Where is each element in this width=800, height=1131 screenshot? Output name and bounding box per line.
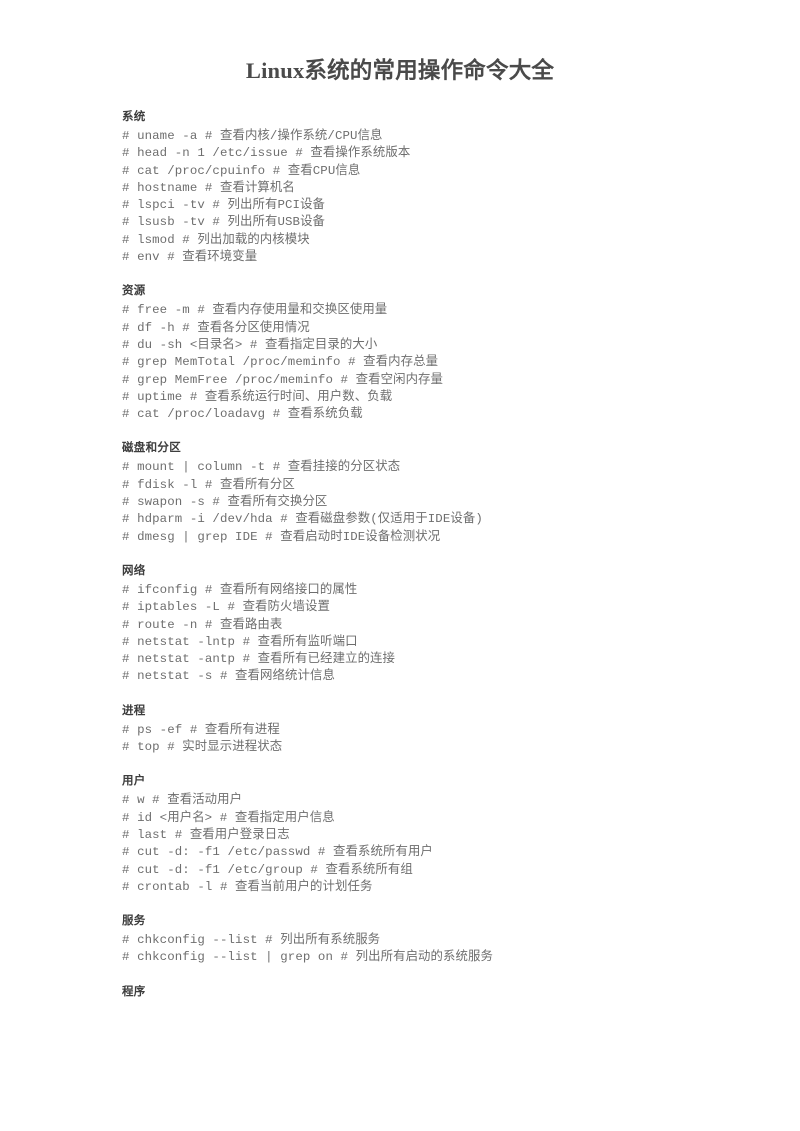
command-line: # lsmod # 列出加载的内核模块 xyxy=(122,232,310,247)
command-list: # free -m # 查看内存使用量和交换区使用量 # df -h # 查看各分… xyxy=(122,302,760,423)
command-section: 网络 # ifconfig # 查看所有网络接口的属性 # iptables -L … xyxy=(122,563,760,686)
command-line: # chkconfig --list | grep on # 列出所有启动的系统… xyxy=(122,950,493,965)
command-line: # head -n 1 /etc/issue # 查看操作系统版本 xyxy=(122,146,411,161)
command-line: # crontab -l # 查看当前用户的计划任务 xyxy=(122,879,373,894)
section-heading: 用户 xyxy=(122,775,146,788)
command-line: # top # 实时显示进程状态 xyxy=(122,740,283,755)
command-section: 磁盘和分区 # mount | column -t # 查看挂接的分区状态 # fd… xyxy=(122,440,760,545)
command-line: # netstat -s # 查看网络统计信息 xyxy=(122,669,335,684)
command-line: # cut -d: -f1 /etc/passwd # 查看系统所有用户 xyxy=(122,845,433,860)
command-section: 进程 # ps -ef # 查看所有进程 # top # 实时显示进程状态 xyxy=(122,703,760,757)
command-list: # ps -ef # 查看所有进程 # top # 实时显示进程状态 xyxy=(122,722,760,757)
command-line: # grep MemTotal /proc/meminfo # 查看内存总量 xyxy=(122,355,439,370)
command-line: # w # 查看活动用户 xyxy=(122,793,243,808)
section-heading: 资源 xyxy=(122,285,146,298)
command-list: # chkconfig --list # 列出所有系统服务 # chkconfig… xyxy=(122,932,760,967)
command-line: # env # 查看环境变量 xyxy=(122,250,258,265)
command-line: # du -sh <目录名> # 查看指定目录的大小 xyxy=(122,337,378,352)
command-section: 程序 xyxy=(122,984,760,1000)
command-line: # uptime # 查看系统运行时间、用户数、负载 xyxy=(122,389,393,404)
command-line: # id <用户名> # 查看指定用户信息 xyxy=(122,810,335,825)
section-heading: 服务 xyxy=(122,915,146,928)
page-bottom-whitespace xyxy=(0,1003,800,1073)
command-line: # cat /proc/cpuinfo # 查看CPU信息 xyxy=(122,163,361,178)
command-list: # uname -a # 查看内核/操作系统/CPU信息 # head -n 1 … xyxy=(122,128,760,266)
command-section: 资源 # free -m # 查看内存使用量和交换区使用量 # df -h # 查看… xyxy=(122,283,760,423)
command-list: # ifconfig # 查看所有网络接口的属性 # iptables -L # … xyxy=(122,582,760,686)
section-heading: 进程 xyxy=(122,704,146,717)
command-line: # free -m # 查看内存使用量和交换区使用量 xyxy=(122,303,388,318)
command-line: # hostname # 查看计算机名 xyxy=(122,180,295,195)
command-line: # grep MemFree /proc/meminfo # 查看空闲内存量 xyxy=(122,372,444,387)
section-heading: 网络 xyxy=(122,564,146,577)
section-heading: 磁盘和分区 xyxy=(122,442,181,455)
command-line: # lspci -tv # 列出所有PCI设备 xyxy=(122,198,326,213)
command-list: # mount | column -t # 查看挂接的分区状态 # fdisk -… xyxy=(122,459,760,545)
command-line: # lsusb -tv # 列出所有USB设备 xyxy=(122,215,326,230)
command-line: # df -h # 查看各分区使用情况 xyxy=(122,320,310,335)
command-line: # ifconfig # 查看所有网络接口的属性 xyxy=(122,582,358,597)
command-section: 系统 # uname -a # 查看内核/操作系统/CPU信息 # head -n … xyxy=(122,109,760,266)
command-line: # ps -ef # 查看所有进程 xyxy=(122,722,280,737)
command-line: # cut -d: -f1 /etc/group # 查看系统所有组 xyxy=(122,862,413,877)
section-heading: 程序 xyxy=(122,985,146,998)
command-line: # dmesg | grep IDE # 查看启动时IDE设备检测状况 xyxy=(122,529,441,544)
command-line: # hdparm -i /dev/hda # 查看磁盘参数(仅适用于IDE设备) xyxy=(122,512,483,527)
command-line: # chkconfig --list # 列出所有系统服务 xyxy=(122,933,381,948)
command-section: 用户 # w # 查看活动用户 # id <用户名> # 查看指定用户信息 # las… xyxy=(122,773,760,896)
document-page: Linux系统的常用操作命令大全 系统 # uname -a # 查看内核/操作系… xyxy=(0,0,800,1131)
section-heading: 系统 xyxy=(122,111,146,123)
command-line: # uname -a # 查看内核/操作系统/CPU信息 xyxy=(122,129,383,143)
document-body: 系统 # uname -a # 查看内核/操作系统/CPU信息 # head -n … xyxy=(0,109,800,1000)
command-line: # iptables -L # 查看防火墙设置 xyxy=(122,600,331,615)
command-line: # last # 查看用户登录日志 xyxy=(122,827,290,842)
command-line: # netstat -antp # 查看所有已经建立的连接 xyxy=(122,652,396,667)
command-list: # w # 查看活动用户 # id <用户名> # 查看指定用户信息 # last … xyxy=(122,792,760,896)
command-line: # swapon -s # 查看所有交换分区 xyxy=(122,495,328,510)
command-line: # mount | column -t # 查看挂接的分区状态 xyxy=(122,460,401,475)
command-line: # fdisk -l # 查看所有分区 xyxy=(122,477,295,492)
command-section: 服务 # chkconfig --list # 列出所有系统服务 # chkconf… xyxy=(122,913,760,967)
page-title: Linux系统的常用操作命令大全 xyxy=(245,58,555,83)
command-line: # cat /proc/loadavg # 查看系统负载 xyxy=(122,407,363,422)
command-line: # route -n # 查看路由表 xyxy=(122,617,283,632)
command-line: # netstat -lntp # 查看所有监听端口 xyxy=(122,634,358,649)
